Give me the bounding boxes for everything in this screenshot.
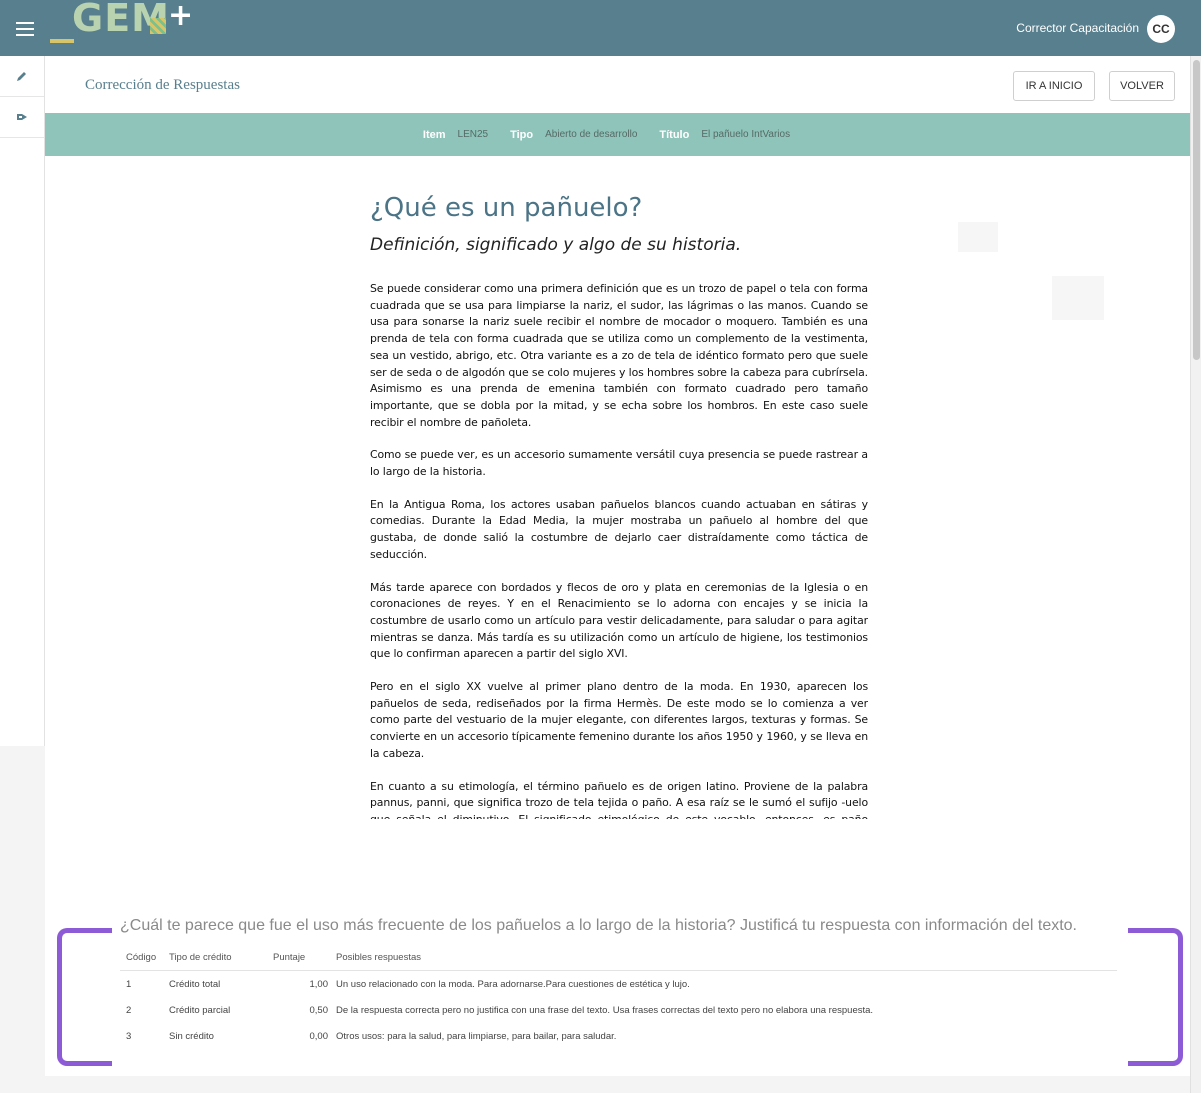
home-button[interactable]: IR A INICIO — [1013, 71, 1095, 101]
page-title: Corrección de Respuestas — [85, 77, 240, 93]
logo-underscore — [50, 39, 74, 43]
table-row: 3 Sin crédito 0,00 Otros usos: para la s… — [120, 1023, 1117, 1049]
credit-type-cell: Crédito parcial — [169, 1004, 231, 1016]
page-header: Corrección de Respuestas IR A INICIO VOL… — [45, 56, 1190, 113]
sign-out-icon[interactable] — [0, 97, 44, 138]
score-cell: 0,00 — [309, 1030, 329, 1042]
tipo-label: Tipo — [510, 128, 534, 141]
reading-text: ¿Qué es un pañuelo? Definición, signific… — [370, 193, 868, 819]
user-name[interactable]: Corrector Capacitación — [1016, 21, 1139, 35]
document-subtitle: Definición, significado y algo de su his… — [370, 235, 742, 255]
code-cell: 2 — [126, 1004, 132, 1016]
tipo-value: Abierto de desarrollo — [545, 129, 638, 140]
answer-cell: Otros usos: para la salud, para limpiars… — [336, 1030, 617, 1042]
menu-icon[interactable] — [16, 22, 34, 36]
logo-plus: + — [168, 0, 194, 33]
table-row: 1 Crédito total 1,00 Un uso relacionado … — [120, 971, 1117, 998]
item-value: LEN25 — [457, 129, 489, 140]
app-logo: GEM + — [50, 0, 200, 56]
code-cell: 3 — [126, 1030, 132, 1042]
answer-cell: Un uso relacionado con la moda. Para ado… — [336, 978, 690, 990]
logo-pixel-dots — [150, 18, 166, 34]
document-paragraph: En cuanto a su etimología, el término pa… — [370, 779, 868, 819]
back-button[interactable]: VOLVER — [1109, 71, 1175, 101]
item-label: Item — [422, 128, 446, 141]
column-header: Puntaje — [273, 944, 336, 971]
table-row: 2 Crédito parcial 0,50 De la respuesta c… — [120, 997, 1117, 1023]
top-bar: GEM + Corrector Capacitación CC — [0, 0, 1201, 56]
answer-cell: De la respuesta correcta pero no justifi… — [336, 1004, 874, 1016]
code-cell: 1 — [126, 978, 132, 990]
avatar[interactable]: CC — [1147, 15, 1175, 43]
question-text: ¿Cuál te parece que fue el uso más frecu… — [120, 917, 1077, 934]
faint-shape — [958, 222, 998, 252]
score-cell: 1,00 — [309, 978, 329, 990]
highlight-bracket-right — [1128, 928, 1183, 1066]
titulo-value: El pañuelo IntVarios — [701, 129, 791, 140]
table-header-row: Código Tipo de crédito Puntaje Posibles … — [120, 944, 1117, 971]
column-header: Tipo de crédito — [169, 944, 273, 971]
criteria-table: Código Tipo de crédito Puntaje Posibles … — [120, 944, 1117, 1050]
column-header: Posibles respuestas — [336, 944, 1117, 971]
titulo-label: Título — [659, 128, 690, 141]
credit-type-cell: Crédito total — [169, 978, 221, 990]
score-cell: 0,50 — [309, 1004, 329, 1016]
item-info-strip: Item LEN25 Tipo Abierto de desarrollo Tí… — [45, 113, 1190, 156]
document-title: ¿Qué es un pañuelo? — [370, 193, 643, 223]
column-header: Código — [120, 944, 169, 971]
faint-shape — [1052, 276, 1104, 320]
page-scrollbar[interactable] — [1190, 56, 1201, 1093]
scrollbar-thumb[interactable] — [1193, 60, 1200, 360]
document-paragraph: Como se puede ver, es un accesorio sumam… — [370, 448, 868, 479]
highlight-bracket-left — [57, 928, 112, 1066]
document-paragraph: En la Antigua Roma, los actores usaban p… — [370, 497, 868, 561]
pencil-icon[interactable] — [0, 56, 44, 97]
side-rail — [0, 56, 45, 746]
credit-type-cell: Sin crédito — [169, 1030, 214, 1042]
document-paragraph: Se puede considerar como una primera def… — [370, 282, 868, 429]
document-paragraph: Pero en el siglo XX vuelve al primer pla… — [370, 680, 868, 760]
document-paragraph: Más tarde aparece con bordados y flecos … — [370, 580, 868, 661]
